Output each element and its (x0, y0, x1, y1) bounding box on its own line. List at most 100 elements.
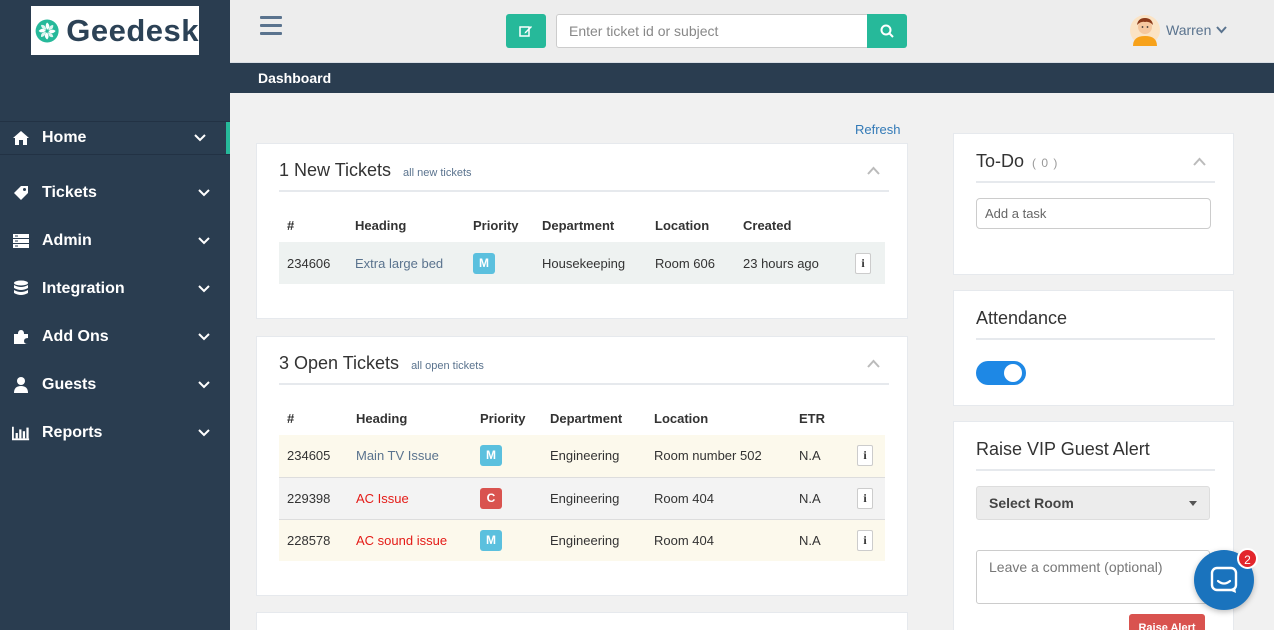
search-button[interactable] (867, 14, 907, 48)
new-tickets-table: # Heading Priority Department Location C… (279, 208, 885, 284)
ticket-heading-link[interactable]: Extra large bed (355, 256, 443, 271)
search-icon (880, 24, 894, 38)
chevron-down-icon (194, 134, 206, 142)
todo-title: To-Do ( 0 ) (976, 151, 1058, 172)
chevron-down-icon (198, 237, 210, 245)
open-tickets-table: # Heading Priority Department Location E… (279, 401, 885, 561)
ticket-heading-link[interactable]: AC sound issue (356, 533, 447, 548)
info-button[interactable]: i (857, 445, 873, 467)
bar-chart-icon (12, 424, 30, 442)
attendance-title: Attendance (976, 308, 1068, 328)
ticket-location: Room 404 (646, 518, 791, 561)
ticket-id: 228578 (279, 518, 348, 561)
collapse-icon[interactable] (1193, 157, 1206, 166)
logo-text: Geedesk (66, 12, 199, 48)
table-row[interactable]: 234606 Extra large bed M Housekeeping Ro… (279, 242, 885, 284)
chevron-down-icon (198, 333, 210, 341)
chevron-down-icon (1216, 26, 1228, 34)
column-header: Priority (473, 217, 519, 233)
column-header (847, 208, 885, 242)
chevron-down-icon (198, 381, 210, 389)
attendance-panel: Attendance (953, 290, 1234, 406)
sidebar-item-add-ons[interactable]: Add Ons (0, 313, 230, 361)
divider (976, 181, 1215, 183)
new-tickets-panel: 1 New Tickets all new tickets # Heading P… (256, 143, 908, 319)
next-panel (256, 612, 908, 630)
ticket-heading-link[interactable]: AC Issue (356, 491, 409, 506)
breadcrumb: Dashboard (230, 63, 1274, 93)
sidebar-item-tickets[interactable]: Tickets (0, 169, 230, 217)
top-bar: Warren (230, 0, 1274, 63)
logo[interactable]: Geedesk (31, 6, 199, 55)
column-header: Location (654, 410, 709, 426)
table-header-row: # Heading Priority Department Location E… (279, 401, 885, 435)
sidebar-item-home[interactable]: Home (0, 121, 230, 155)
sidebar-item-reports[interactable]: Reports (0, 409, 230, 457)
sidebar-nav: Home Tickets Admin Integration Add Ons G… (0, 121, 230, 457)
chevron-down-icon (198, 189, 210, 197)
server-icon (12, 232, 30, 250)
puzzle-icon (12, 328, 30, 346)
ticket-id: 229398 (279, 476, 348, 519)
column-header: Heading (356, 410, 408, 426)
ticket-location: Room 404 (646, 476, 791, 519)
ticket-department: Housekeeping (534, 242, 647, 284)
collapse-icon[interactable] (867, 166, 880, 175)
collapse-icon[interactable] (867, 359, 880, 368)
ticket-search-input[interactable] (556, 14, 868, 48)
info-button[interactable]: i (857, 529, 873, 551)
attendance-toggle[interactable] (976, 361, 1026, 385)
table-header-row: # Heading Priority Department Location C… (279, 208, 885, 242)
sidebar-item-integration[interactable]: Integration (0, 265, 230, 313)
tag-icon (12, 184, 30, 202)
vip-alert-panel: Raise VIP Guest Alert Select Room Raise … (953, 421, 1234, 630)
ticket-etr: N.A (791, 476, 849, 519)
all-open-tickets-link[interactable]: all open tickets (411, 360, 484, 372)
priority-badge: M (480, 445, 502, 467)
column-header: Department (542, 217, 615, 233)
table-row[interactable]: 229398 AC Issue C Engineering Room 404 N… (279, 476, 885, 519)
ticket-location: Room number 502 (646, 435, 791, 477)
divider (279, 383, 889, 385)
table-row[interactable]: 234605 Main TV Issue M Engineering Room … (279, 435, 885, 477)
new-ticket-button[interactable] (506, 14, 546, 48)
priority-badge: C (480, 487, 502, 509)
ticket-heading-link[interactable]: Main TV Issue (356, 448, 439, 463)
ticket-id: 234606 (279, 242, 347, 284)
menu-toggle-icon[interactable] (260, 16, 282, 36)
add-task-input[interactable] (976, 198, 1211, 229)
all-new-tickets-link[interactable]: all new tickets (403, 167, 471, 179)
column-header: Priority (480, 410, 526, 426)
chevron-down-icon (198, 285, 210, 293)
priority-badge: M (480, 529, 502, 551)
table-row[interactable]: 228578 AC sound issue M Engineering Room… (279, 518, 885, 561)
room-select[interactable]: Select Room (976, 486, 1210, 520)
chat-icon (1210, 566, 1238, 593)
sidebar-item-label: Home (42, 129, 87, 146)
ticket-etr: N.A (791, 435, 849, 477)
toggle-knob (1004, 364, 1022, 382)
panel-title: 3 Open Tickets all open tickets (279, 353, 484, 374)
sidebar-item-guests[interactable]: Guests (0, 361, 230, 409)
sidebar-item-label: Tickets (42, 184, 97, 201)
comment-textarea[interactable] (976, 550, 1210, 604)
sidebar-item-admin[interactable]: Admin (0, 217, 230, 265)
raise-alert-button[interactable]: Raise Alert (1129, 614, 1205, 630)
chevron-down-icon (198, 429, 210, 437)
avatar (1130, 15, 1160, 46)
column-header (849, 401, 885, 435)
divider (976, 338, 1215, 340)
column-header: # (287, 410, 295, 426)
info-button[interactable]: i (857, 487, 873, 509)
refresh-link[interactable]: Refresh (855, 122, 901, 137)
column-header: Department (550, 410, 623, 426)
ticket-department: Engineering (542, 476, 646, 519)
open-tickets-title: 3 Open Tickets (279, 353, 400, 373)
divider (976, 469, 1215, 471)
priority-badge: M (473, 252, 495, 274)
sidebar-item-label: Admin (42, 232, 92, 249)
info-button[interactable]: i (855, 252, 871, 274)
user-menu[interactable]: Warren (1130, 14, 1228, 46)
vip-alert-title: Raise VIP Guest Alert (976, 439, 1150, 459)
todo-title-text: To-Do (976, 151, 1025, 171)
